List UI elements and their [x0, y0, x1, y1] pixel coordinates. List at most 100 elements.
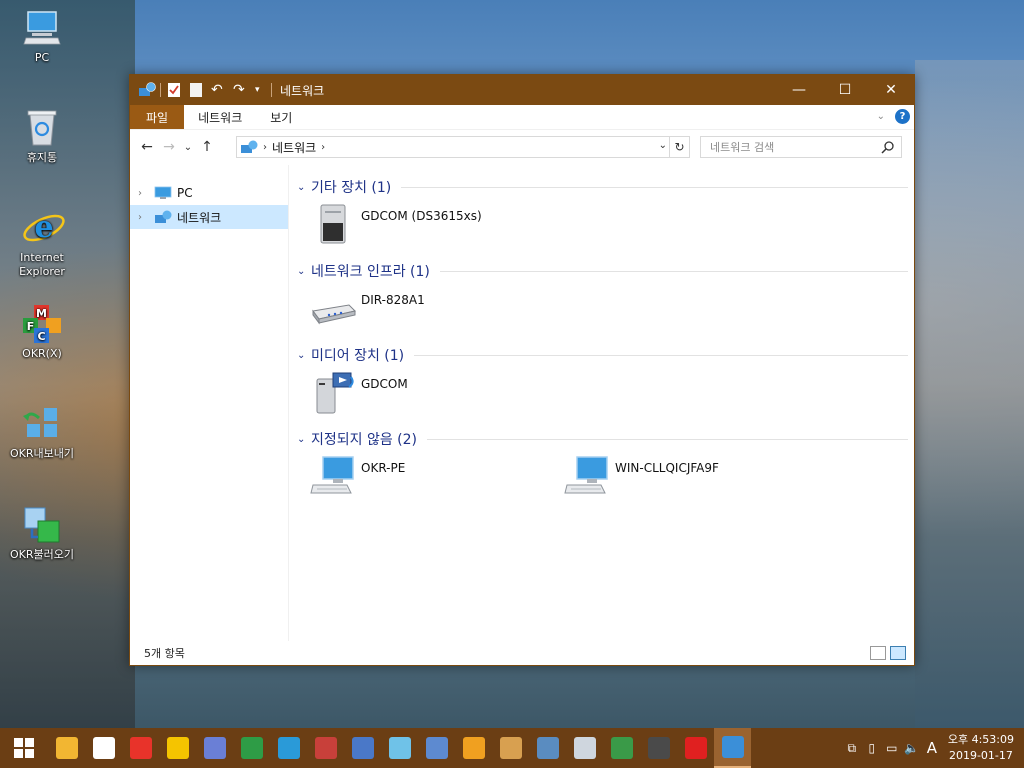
photo-editor-icon — [647, 737, 670, 759]
file-explorer-icon — [55, 737, 78, 759]
group-header-other-devices[interactable]: ⌄ 기타 장치 (1) — [289, 177, 914, 197]
okr-export-icon — [22, 404, 62, 444]
breadcrumb-separator[interactable]: › — [321, 142, 325, 153]
wallpaper-right — [915, 60, 1024, 728]
expand-chevron-icon[interactable]: › — [138, 188, 150, 199]
butterfly-icon — [277, 737, 300, 759]
up-button[interactable]: ↑ — [196, 136, 218, 158]
power-icon — [462, 737, 485, 759]
search-input[interactable] — [710, 140, 880, 154]
address-dropdown-icon[interactable]: ⌄ — [659, 140, 667, 151]
network-item[interactable]: OKR-PE — [289, 449, 543, 511]
navigation-bar: ← → ⌄ ↑ › 네트워크 › ⌄ ↻ — [130, 130, 914, 164]
tab-view[interactable]: 보기 — [256, 105, 306, 129]
taskbar-button[interactable] — [233, 728, 270, 768]
group-header-unspecified[interactable]: ⌄ 지정되지 않음 (2) — [289, 429, 914, 449]
tab-file[interactable]: 파일 — [130, 105, 185, 129]
refresh-icon[interactable]: ↻ — [669, 137, 689, 157]
close-button[interactable]: ✕ — [868, 75, 914, 105]
desktop-icon-label: 휴지통 — [26, 151, 58, 164]
large-icons-view-icon[interactable] — [890, 646, 906, 660]
collapse-chevron-icon[interactable]: ⌄ — [297, 182, 311, 193]
network-item[interactable]: GDCOM (DS3615xs) — [289, 197, 543, 259]
desktop-icon-okr-export[interactable]: OKR내보내기 — [0, 404, 84, 461]
properties-icon[interactable] — [167, 82, 183, 98]
back-button[interactable]: ← — [136, 136, 158, 158]
search-box[interactable] — [700, 136, 902, 158]
nav-item-pc[interactable]: › PC — [130, 181, 288, 205]
forward-button[interactable]: → — [158, 136, 180, 158]
okr-icon: MFC — [22, 304, 62, 344]
group-title: 미디어 장치 (1) — [311, 348, 405, 364]
clock[interactable]: 오후 4:53:09 2019-01-17 — [942, 732, 1024, 764]
file-list: ⌄ 기타 장치 (1) GDCOM (DS3615xs) ⌄ 네트워크 인프라 … — [289, 165, 914, 641]
taskbar-button[interactable] — [492, 728, 529, 768]
ime-indicator[interactable]: A — [922, 728, 942, 768]
group-header-media-devices[interactable]: ⌄ 미디어 장치 (1) — [289, 345, 914, 365]
details-view-icon[interactable] — [870, 646, 886, 660]
window-title: 네트워크 — [280, 83, 325, 98]
taskbar-button[interactable] — [381, 728, 418, 768]
taskbar-button[interactable] — [529, 728, 566, 768]
search-icon[interactable] — [881, 140, 895, 154]
explorer-window: ↶ ↷ ▾ 네트워크 — ☐ ✕ 파일 네트워크 보기 ⌄ ? ← → ⌄ ↑ … — [129, 74, 915, 666]
network-tool-icon — [351, 737, 374, 759]
desktop-icon-okr[interactable]: MFC OKR(X) — [0, 304, 84, 361]
minimize-button[interactable]: — — [776, 75, 822, 105]
group-header-network-infrastructure[interactable]: ⌄ 네트워크 인프라 (1) — [289, 261, 914, 281]
taskbar-button[interactable] — [307, 728, 344, 768]
network-item[interactable]: DIR-828A1 — [289, 281, 543, 343]
tab-network[interactable]: 네트워크 — [184, 105, 256, 129]
taskbar-button[interactable] — [677, 728, 714, 768]
expand-ribbon-chevron-icon[interactable]: ⌄ — [877, 111, 885, 122]
help-icon[interactable]: ? — [895, 109, 910, 124]
collapse-chevron-icon[interactable]: ⌄ — [297, 266, 311, 277]
system-tray: ⧉ ▯ ▭ 🔈 A 오후 4:53:09 2019-01-17 — [842, 728, 1024, 768]
breadcrumb-network[interactable]: 네트워크 — [272, 139, 316, 156]
taskbar-button[interactable] — [85, 728, 122, 768]
notification-icon[interactable]: ⧉ — [842, 728, 862, 768]
taskbar-button[interactable] — [122, 728, 159, 768]
collapse-chevron-icon[interactable]: ⌄ — [297, 434, 311, 445]
taskbar-button[interactable] — [418, 728, 455, 768]
desktop-icon-recycle-bin[interactable]: 휴지통 — [0, 108, 84, 165]
network-item[interactable]: GDCOM — [289, 365, 543, 427]
usb-icon[interactable]: ▯ — [862, 728, 882, 768]
taskbar-button[interactable] — [196, 728, 233, 768]
start-button[interactable] — [0, 728, 48, 768]
taskbar-button[interactable] — [48, 728, 85, 768]
desktop-icon-label: PC — [34, 51, 50, 64]
nav-item-network[interactable]: › 네트워크 — [130, 205, 288, 229]
taskbar-button[interactable] — [603, 728, 640, 768]
internet-explorer-icon: e — [22, 206, 65, 246]
new-folder-icon[interactable] — [189, 82, 205, 98]
network-status-icon[interactable]: ▭ — [882, 728, 902, 768]
breadcrumb-separator[interactable]: › — [263, 142, 267, 153]
taskbar-button[interactable] — [270, 728, 307, 768]
customize-chevron-icon[interactable]: ▾ — [255, 82, 265, 98]
title-bar[interactable]: ↶ ↷ ▾ 네트워크 — ☐ ✕ — [130, 75, 914, 105]
network-item[interactable]: WIN-CLLQICJFA9F — [543, 449, 797, 511]
taskbar-button[interactable] — [159, 728, 196, 768]
undo-icon[interactable]: ↶ — [211, 82, 227, 98]
desktop-icon-okr-import[interactable]: OKR불러오기 — [0, 505, 84, 562]
group-items: GDCOM (DS3615xs) — [289, 197, 914, 259]
view-toggle — [866, 646, 906, 660]
recent-locations-button[interactable]: ⌄ — [180, 136, 196, 158]
maximize-button[interactable]: ☐ — [822, 75, 868, 105]
taskbar-button[interactable] — [566, 728, 603, 768]
redo-icon[interactable]: ↷ — [233, 82, 249, 98]
group-divider — [401, 186, 908, 188]
taskbar-button[interactable] — [640, 728, 677, 768]
collapse-chevron-icon[interactable]: ⌄ — [297, 350, 311, 361]
taskbar-button[interactable] — [344, 728, 381, 768]
group-title: 기타 장치 (1) — [311, 180, 392, 196]
desktop-icon-pc[interactable]: PC — [0, 8, 84, 65]
taskbar-button[interactable] — [714, 728, 751, 768]
address-bar[interactable]: › 네트워크 › ⌄ ↻ — [236, 136, 690, 158]
disk-icon — [499, 737, 522, 759]
volume-icon[interactable]: 🔈 — [902, 728, 922, 768]
taskbar-button[interactable] — [455, 728, 492, 768]
expand-chevron-icon[interactable]: › — [138, 212, 150, 223]
desktop-icon-internet-explorer[interactable]: e Internet Explorer — [0, 206, 84, 279]
